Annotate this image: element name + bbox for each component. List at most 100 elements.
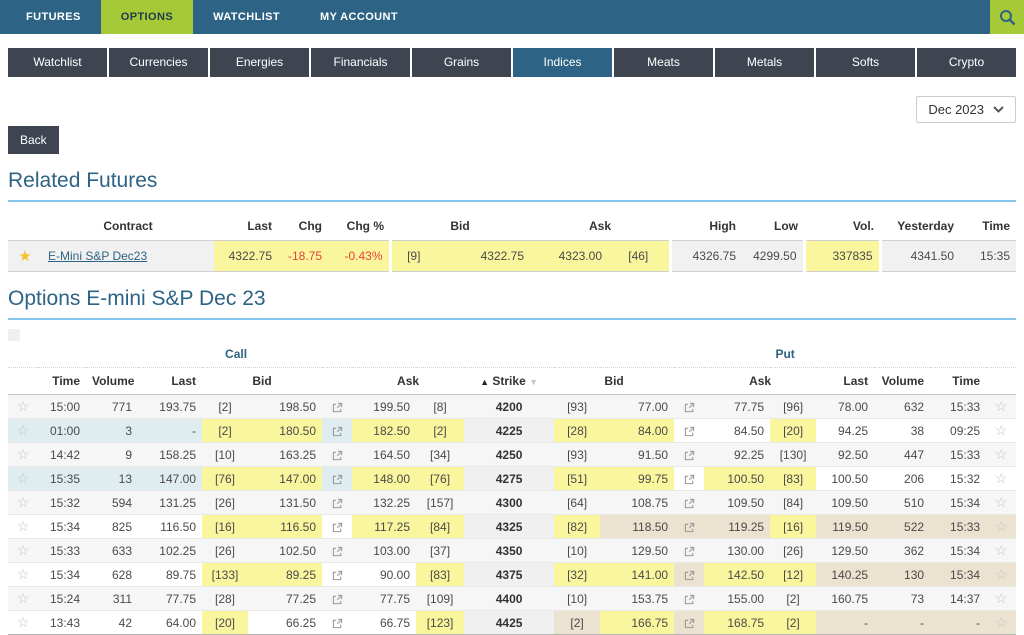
strike-cell: 4225 xyxy=(464,419,554,443)
call-external-link-icon[interactable] xyxy=(322,419,352,443)
call-external-link-icon[interactable] xyxy=(322,587,352,611)
put-bid-cell: 108.75 xyxy=(600,491,674,515)
watch-star-icon[interactable]: ☆ xyxy=(986,563,1016,587)
put-external-link-icon[interactable] xyxy=(674,467,704,491)
tab-watchlist[interactable]: Watchlist xyxy=(8,48,107,77)
favorite-star-icon[interactable]: ★ xyxy=(8,241,42,272)
tab-financials[interactable]: Financials xyxy=(311,48,410,77)
watch-star-icon[interactable]: ☆ xyxy=(8,539,38,563)
time-cell: 15:35 xyxy=(960,241,1016,272)
expiry-selector[interactable]: Dec 2023 xyxy=(916,96,1016,123)
call-bid-size-cell: [28] xyxy=(202,587,248,611)
put-ask-cell: 109.50 xyxy=(704,491,770,515)
col-last: Last xyxy=(214,212,278,241)
put-ask-size-cell: [16] xyxy=(770,515,816,539)
watch-star-icon[interactable]: ☆ xyxy=(986,587,1016,611)
put-external-link-icon[interactable] xyxy=(674,395,704,419)
put-external-link-icon[interactable] xyxy=(674,515,704,539)
nav-my-account[interactable]: MY ACCOUNT xyxy=(300,0,418,34)
call-external-link-icon[interactable] xyxy=(322,563,352,587)
watch-star-icon[interactable]: ☆ xyxy=(8,467,38,491)
put-external-link-icon[interactable] xyxy=(674,491,704,515)
call-last-cell: 77.75 xyxy=(138,587,202,611)
watch-star-icon[interactable]: ☆ xyxy=(986,491,1016,515)
watch-star-icon[interactable]: ☆ xyxy=(8,491,38,515)
options-row: ☆01:003-[2]180.50182.50[2]4225[28]84.008… xyxy=(8,419,1016,443)
put-external-link-icon[interactable] xyxy=(674,539,704,563)
put-time-cell: 15:33 xyxy=(930,443,986,467)
tab-crypto[interactable]: Crypto xyxy=(917,48,1016,77)
tab-meats[interactable]: Meats xyxy=(614,48,713,77)
tab-metals[interactable]: Metals xyxy=(715,48,814,77)
legend-swatch xyxy=(8,329,20,341)
put-ask-size-cell: [20] xyxy=(770,419,816,443)
put-time-header: Time xyxy=(930,368,986,395)
nav-watchlist[interactable]: WATCHLIST xyxy=(193,0,300,34)
put-external-link-icon[interactable] xyxy=(674,611,704,635)
call-external-link-icon[interactable] xyxy=(322,611,352,635)
call-last-cell: 193.75 xyxy=(138,395,202,419)
watch-star-icon[interactable]: ☆ xyxy=(986,539,1016,563)
high-cell: 4326.75 xyxy=(670,241,742,272)
watch-star-icon[interactable]: ☆ xyxy=(8,515,38,539)
watch-star-icon[interactable]: ☆ xyxy=(986,443,1016,467)
put-external-link-icon[interactable] xyxy=(674,587,704,611)
call-external-link-icon[interactable] xyxy=(322,467,352,491)
call-ask-size-cell: [123] xyxy=(416,611,464,635)
strike-cell: 4350 xyxy=(464,539,554,563)
watch-star-icon[interactable]: ☆ xyxy=(8,587,38,611)
watch-star-icon[interactable]: ☆ xyxy=(986,515,1016,539)
call-bid-size-cell: [20] xyxy=(202,611,248,635)
chg-cell: -18.75 xyxy=(278,241,328,272)
strike-cell: 4400 xyxy=(464,587,554,611)
tab-grains[interactable]: Grains xyxy=(412,48,511,77)
watch-star-icon[interactable]: ☆ xyxy=(8,563,38,587)
col-chg: Chg xyxy=(278,212,328,241)
tab-indices[interactable]: Indices xyxy=(513,48,612,77)
call-external-link-icon[interactable] xyxy=(322,491,352,515)
strike-header[interactable]: ▲ Strike ▼ xyxy=(464,368,554,395)
call-ask-size-cell: [34] xyxy=(416,443,464,467)
put-external-link-icon[interactable] xyxy=(674,443,704,467)
put-ask-cell: 92.25 xyxy=(704,443,770,467)
watch-star-icon[interactable]: ☆ xyxy=(8,611,38,635)
call-bid-cell: 77.25 xyxy=(248,587,322,611)
nav-options[interactable]: OPTIONS xyxy=(101,0,193,34)
col-low: Low xyxy=(742,212,804,241)
call-external-link-icon[interactable] xyxy=(322,515,352,539)
put-volume-cell: 632 xyxy=(874,395,930,419)
sort-desc-icon[interactable]: ▼ xyxy=(529,377,538,387)
tab-softs[interactable]: Softs xyxy=(816,48,915,77)
watch-star-icon[interactable]: ☆ xyxy=(986,611,1016,635)
put-external-link-icon[interactable] xyxy=(674,563,704,587)
contract-link[interactable]: E-Mini S&P Dec23 xyxy=(48,249,147,263)
strike-cell: 4300 xyxy=(464,491,554,515)
put-bid-cell: 91.50 xyxy=(600,443,674,467)
call-last-cell: 131.25 xyxy=(138,491,202,515)
call-last-cell: 158.25 xyxy=(138,443,202,467)
call-time-cell: 15:33 xyxy=(38,539,86,563)
tab-energies[interactable]: Energies xyxy=(210,48,309,77)
call-external-link-icon[interactable] xyxy=(322,395,352,419)
watch-star-icon[interactable]: ☆ xyxy=(986,395,1016,419)
contract-cell: E-Mini S&P Dec23 xyxy=(42,241,214,272)
watch-star-icon[interactable]: ☆ xyxy=(986,419,1016,443)
call-volume-cell: 628 xyxy=(86,563,138,587)
watch-star-icon[interactable]: ☆ xyxy=(8,395,38,419)
sort-asc-icon[interactable]: ▲ xyxy=(480,377,489,387)
call-last-cell: 64.00 xyxy=(138,611,202,635)
watch-star-icon[interactable]: ☆ xyxy=(986,467,1016,491)
put-external-link-icon[interactable] xyxy=(674,419,704,443)
call-bid-size-cell: [16] xyxy=(202,515,248,539)
watch-star-icon[interactable]: ☆ xyxy=(8,419,38,443)
call-external-link-icon[interactable] xyxy=(322,443,352,467)
call-ask-cell: 199.50 xyxy=(352,395,416,419)
search-button[interactable] xyxy=(990,0,1024,34)
call-bid-size-cell: [133] xyxy=(202,563,248,587)
call-external-link-icon[interactable] xyxy=(322,539,352,563)
back-button[interactable]: Back xyxy=(8,126,59,154)
nav-futures[interactable]: FUTURES xyxy=(6,0,101,34)
tab-currencies[interactable]: Currencies xyxy=(109,48,208,77)
watch-star-icon[interactable]: ☆ xyxy=(8,443,38,467)
call-last-header: Last xyxy=(138,368,202,395)
